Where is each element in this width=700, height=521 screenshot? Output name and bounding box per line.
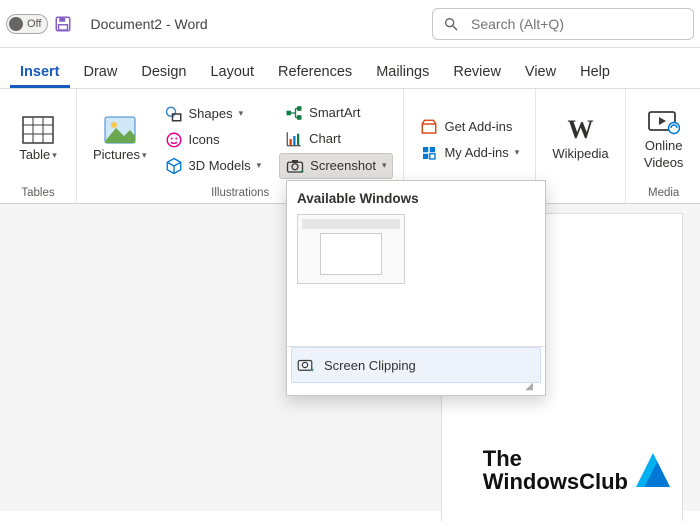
icons-button[interactable]: Icons: [159, 128, 268, 152]
screen-clipping-icon: +: [296, 356, 314, 374]
group-label-media: Media: [648, 184, 679, 201]
tab-draw[interactable]: Draw: [74, 56, 128, 88]
chevron-down-icon: ▾: [142, 151, 147, 161]
tab-view[interactable]: View: [515, 56, 566, 88]
watermark-line2: WindowsClub: [483, 470, 628, 493]
chevron-down-icon: ▾: [52, 151, 57, 161]
screenshot-dropdown: Available Windows + Screen Clipping ◢: [286, 180, 546, 396]
camera-icon: +: [286, 157, 304, 175]
resize-grip-icon[interactable]: ◢: [297, 383, 535, 391]
cube-icon: [165, 157, 183, 175]
search-box[interactable]: [432, 8, 694, 40]
dropdown-heading: Available Windows: [297, 191, 535, 206]
screenshot-button[interactable]: + Screenshot ▾: [279, 153, 393, 179]
chart-icon: [285, 130, 303, 148]
chevron-down-icon: ▾: [515, 147, 520, 158]
shapes-label: Shapes: [189, 106, 233, 121]
store-icon: [420, 118, 438, 136]
group-media: Online Videos Media: [626, 89, 700, 203]
tab-design[interactable]: Design: [131, 56, 196, 88]
my-addins-button[interactable]: My Add-ins ▾: [414, 141, 525, 165]
chevron-down-icon: ▾: [239, 108, 244, 119]
table-label: Table: [19, 148, 50, 162]
chart-button[interactable]: Chart: [279, 127, 393, 151]
smartart-icon: [285, 104, 303, 122]
shapes-icon: [165, 105, 183, 123]
group-wikipedia: W Wikipedia: [536, 89, 625, 203]
group-label-tables: Tables: [21, 184, 54, 201]
icons-icon: [165, 131, 183, 149]
svg-text:+: +: [300, 168, 304, 175]
table-button[interactable]: Table▾: [10, 112, 66, 166]
addins-icon: [420, 144, 438, 162]
watermark-logo-icon: [636, 453, 670, 487]
video-icon: [648, 109, 680, 135]
pictures-icon: [104, 116, 136, 144]
search-input[interactable]: [469, 15, 683, 33]
online-videos-label2: Videos: [644, 156, 684, 170]
svg-text:+: +: [310, 367, 314, 374]
group-tables: Table▾ Tables: [0, 89, 77, 203]
table-icon: [22, 116, 54, 144]
my-addins-label: My Add-ins: [444, 145, 508, 160]
wikipedia-button[interactable]: W Wikipedia: [546, 113, 614, 165]
3d-models-label: 3D Models: [189, 158, 251, 173]
screenshot-label: Screenshot: [310, 158, 376, 173]
screen-clipping-item[interactable]: + Screen Clipping: [291, 347, 541, 383]
tab-review[interactable]: Review: [443, 56, 511, 88]
tab-help[interactable]: Help: [570, 56, 620, 88]
group-label-wikipedia: [579, 184, 582, 201]
get-addins-button[interactable]: Get Add-ins: [414, 115, 525, 139]
toggle-knob-icon: [9, 17, 23, 31]
tab-insert[interactable]: Insert: [10, 56, 70, 88]
3d-models-button[interactable]: 3D Models ▾: [159, 154, 268, 178]
tab-layout[interactable]: Layout: [200, 56, 264, 88]
chevron-down-icon: ▾: [257, 160, 262, 171]
watermark: The WindowsClub: [483, 447, 670, 493]
title-bar: Off Document2 - Word: [0, 0, 700, 48]
online-videos-button[interactable]: Online Videos: [636, 105, 692, 174]
shapes-button[interactable]: Shapes ▾: [159, 102, 268, 126]
group-label-illustrations: Illustrations: [211, 184, 269, 201]
pictures-button[interactable]: Pictures▾: [87, 112, 153, 166]
available-window-thumbnail[interactable]: [297, 214, 405, 284]
save-icon[interactable]: [54, 15, 72, 33]
search-icon: [443, 16, 459, 32]
smartart-label: SmartArt: [309, 105, 360, 120]
pictures-label: Pictures: [93, 148, 140, 162]
watermark-line1: The: [483, 447, 628, 470]
get-addins-label: Get Add-ins: [444, 119, 512, 134]
autosave-label: Off: [27, 18, 41, 30]
chart-label: Chart: [309, 131, 341, 146]
ribbon-tabs: Insert Draw Design Layout References Mai…: [0, 48, 700, 88]
tab-references[interactable]: References: [268, 56, 362, 88]
wikipedia-icon: W: [567, 117, 593, 143]
document-title: Document2 - Word: [90, 16, 207, 32]
autosave-toggle[interactable]: Off: [6, 14, 48, 34]
screen-clipping-label: Screen Clipping: [324, 358, 416, 373]
wikipedia-label: Wikipedia: [552, 147, 608, 161]
tab-mailings[interactable]: Mailings: [366, 56, 439, 88]
smartart-button[interactable]: SmartArt: [279, 101, 393, 125]
online-videos-label1: Online: [645, 139, 683, 153]
icons-label: Icons: [189, 132, 220, 147]
chevron-down-icon: ▾: [382, 160, 387, 171]
